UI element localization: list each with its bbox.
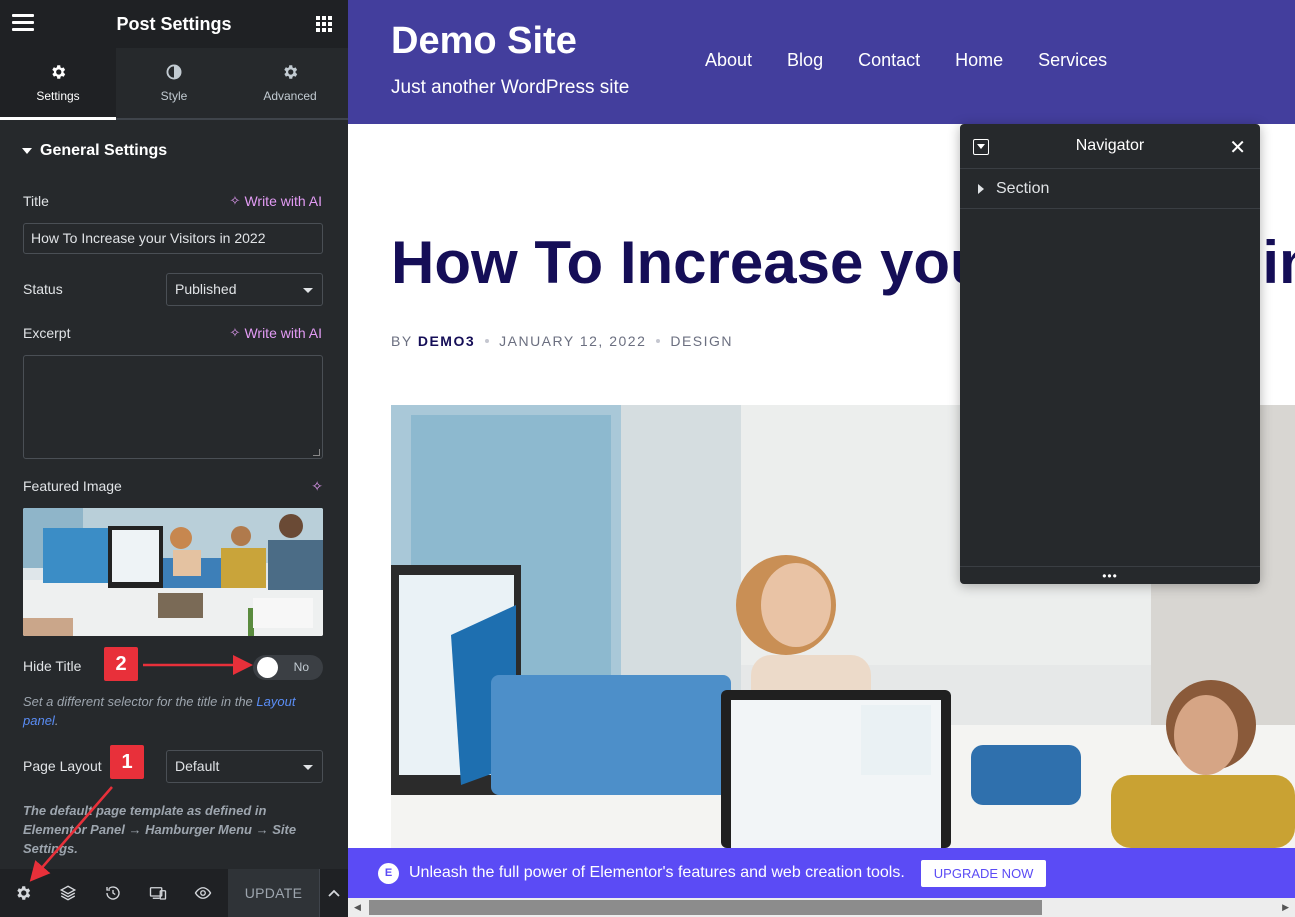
title-input[interactable]: How To Increase your Visitors in 2022	[23, 223, 323, 254]
title-label: Title	[23, 193, 49, 209]
page-layout-label: Page Layout	[23, 758, 102, 774]
horizontal-scrollbar[interactable]: ◀ ▶	[348, 898, 1295, 917]
tab-settings[interactable]: Settings	[0, 48, 116, 120]
panel-title: Post Settings	[116, 13, 232, 34]
scroll-right-arrow-icon[interactable]: ▶	[1282, 902, 1289, 913]
caret-down-icon	[22, 148, 32, 154]
history-button[interactable]	[90, 869, 135, 917]
panel-tabs: Settings Style Advanced	[0, 48, 348, 120]
navigator-resize-handle[interactable]: •••	[960, 566, 1260, 584]
page-preview: Demo Site Just another WordPress site Ab…	[348, 0, 1295, 917]
meta-separator	[656, 339, 661, 343]
general-settings-toggle[interactable]: General Settings	[22, 142, 167, 160]
navigator-title: Navigator	[1075, 137, 1145, 154]
editor-panel: Post Settings Settings Style Advanced Ge…	[0, 0, 348, 917]
apps-grid-icon[interactable]	[316, 16, 332, 32]
post-meta: BY DEMO3 JANUARY 12, 2022 DESIGN	[391, 333, 733, 349]
tab-advanced[interactable]: Advanced	[232, 48, 348, 118]
upgrade-now-button[interactable]: UPGRADE NOW	[920, 859, 1047, 887]
hide-title-help-end: .	[54, 713, 59, 728]
gear-icon	[284, 65, 298, 79]
meta-separator	[485, 339, 490, 343]
promo-message: Unleash the full power of Elementor's fe…	[409, 864, 905, 881]
hide-title-help: Set a different selector for the title i…	[23, 692, 323, 730]
nav-link-services[interactable]: Services	[1038, 50, 1107, 71]
close-icon[interactable]: ✕	[1229, 135, 1246, 160]
update-button[interactable]: UPDATE	[228, 869, 319, 917]
meta-date: JANUARY 12, 2022	[499, 333, 647, 349]
featured-image-thumbnail[interactable]	[23, 508, 323, 636]
elementor-logo-icon: E	[378, 862, 399, 884]
navigator-layers-button[interactable]	[45, 869, 90, 917]
navigator-window[interactable]: Navigator ✕ Section •••	[960, 124, 1260, 584]
page-layout-help: The default page template as defined in …	[23, 803, 297, 856]
write-with-ai-label: Write with AI	[244, 193, 322, 209]
responsive-mode-button[interactable]	[135, 869, 180, 917]
caret-right-icon[interactable]	[978, 183, 984, 194]
navigator-item-section[interactable]: Section	[960, 169, 1260, 209]
navigator-header[interactable]: Navigator ✕	[960, 124, 1260, 169]
collapse-all-icon[interactable]	[973, 139, 989, 155]
nav-link-contact[interactable]: Contact	[858, 50, 920, 71]
nav-link-blog[interactable]: Blog	[787, 50, 823, 71]
annotation-badge-1: 1	[110, 745, 144, 779]
tab-style-label: Style	[160, 89, 188, 103]
caret-down-icon	[303, 765, 313, 770]
site-nav: About Blog Contact Home Services	[705, 50, 1107, 71]
toggle-knob	[257, 657, 278, 678]
layers-icon	[59, 885, 76, 901]
featured-image-label: Featured Image	[23, 478, 122, 494]
toggle-state-text: No	[293, 660, 309, 674]
panel-header: Post Settings	[0, 0, 348, 48]
gear-icon	[52, 64, 66, 79]
meta-author[interactable]: DEMO3	[418, 333, 475, 349]
hide-title-help-text: Set a different selector for the title i…	[23, 694, 257, 709]
section-title: General Settings	[40, 142, 168, 159]
scroll-left-arrow-icon[interactable]: ◀	[354, 902, 361, 913]
status-value: Published	[175, 281, 237, 297]
tab-style[interactable]: Style	[116, 48, 232, 118]
page-layout-value: Default	[175, 758, 220, 774]
site-header: Demo Site Just another WordPress site Ab…	[348, 0, 1295, 124]
tab-settings-label: Settings	[36, 88, 80, 103]
panel-footer: UPDATE	[0, 869, 348, 917]
write-with-ai-title-link[interactable]: ✧ Write with AI	[230, 193, 322, 209]
preview-button[interactable]	[180, 869, 225, 917]
sparkle-icon: ✧	[229, 325, 241, 340]
caret-down-icon	[303, 288, 313, 293]
sparkle-icon: ✧	[229, 193, 241, 208]
upgrade-promo-bar: E Unleash the full power of Elementor's …	[348, 848, 1295, 898]
nav-link-about[interactable]: About	[705, 50, 752, 71]
navigator-item-label: Section	[996, 179, 1050, 197]
responsive-devices-icon	[149, 887, 166, 900]
scrollbar-thumb[interactable]	[369, 900, 1042, 915]
excerpt-textarea[interactable]	[23, 355, 323, 459]
site-title[interactable]: Demo Site	[391, 20, 577, 63]
ai-sparkle-icon[interactable]: ✧	[311, 478, 323, 495]
meta-by: BY	[391, 333, 413, 349]
annotation-badge-2: 2	[104, 647, 138, 681]
excerpt-label: Excerpt	[23, 325, 71, 341]
status-label: Status	[23, 281, 63, 297]
tab-advanced-label: Advanced	[263, 89, 317, 103]
hide-title-label: Hide Title	[23, 658, 82, 674]
meta-category[interactable]: DESIGN	[670, 333, 733, 349]
gear-icon	[16, 886, 30, 900]
hamburger-menu-icon[interactable]	[12, 14, 34, 34]
half-circle-icon	[166, 64, 182, 80]
history-icon	[106, 886, 120, 900]
write-with-ai-excerpt-link[interactable]: ✧ Write with AI	[230, 325, 322, 341]
status-select[interactable]: Published	[166, 273, 323, 306]
page-layout-select[interactable]: Default	[166, 750, 323, 783]
settings-gear-button[interactable]	[0, 869, 45, 917]
hide-title-toggle[interactable]: No	[253, 655, 323, 680]
update-options-chevron-up-icon[interactable]	[318, 869, 348, 917]
nav-link-home[interactable]: Home	[955, 50, 1003, 71]
eye-icon	[194, 887, 212, 899]
write-with-ai-label: Write with AI	[244, 325, 322, 341]
site-tagline: Just another WordPress site	[391, 77, 630, 98]
resize-grip-icon[interactable]	[313, 449, 320, 456]
